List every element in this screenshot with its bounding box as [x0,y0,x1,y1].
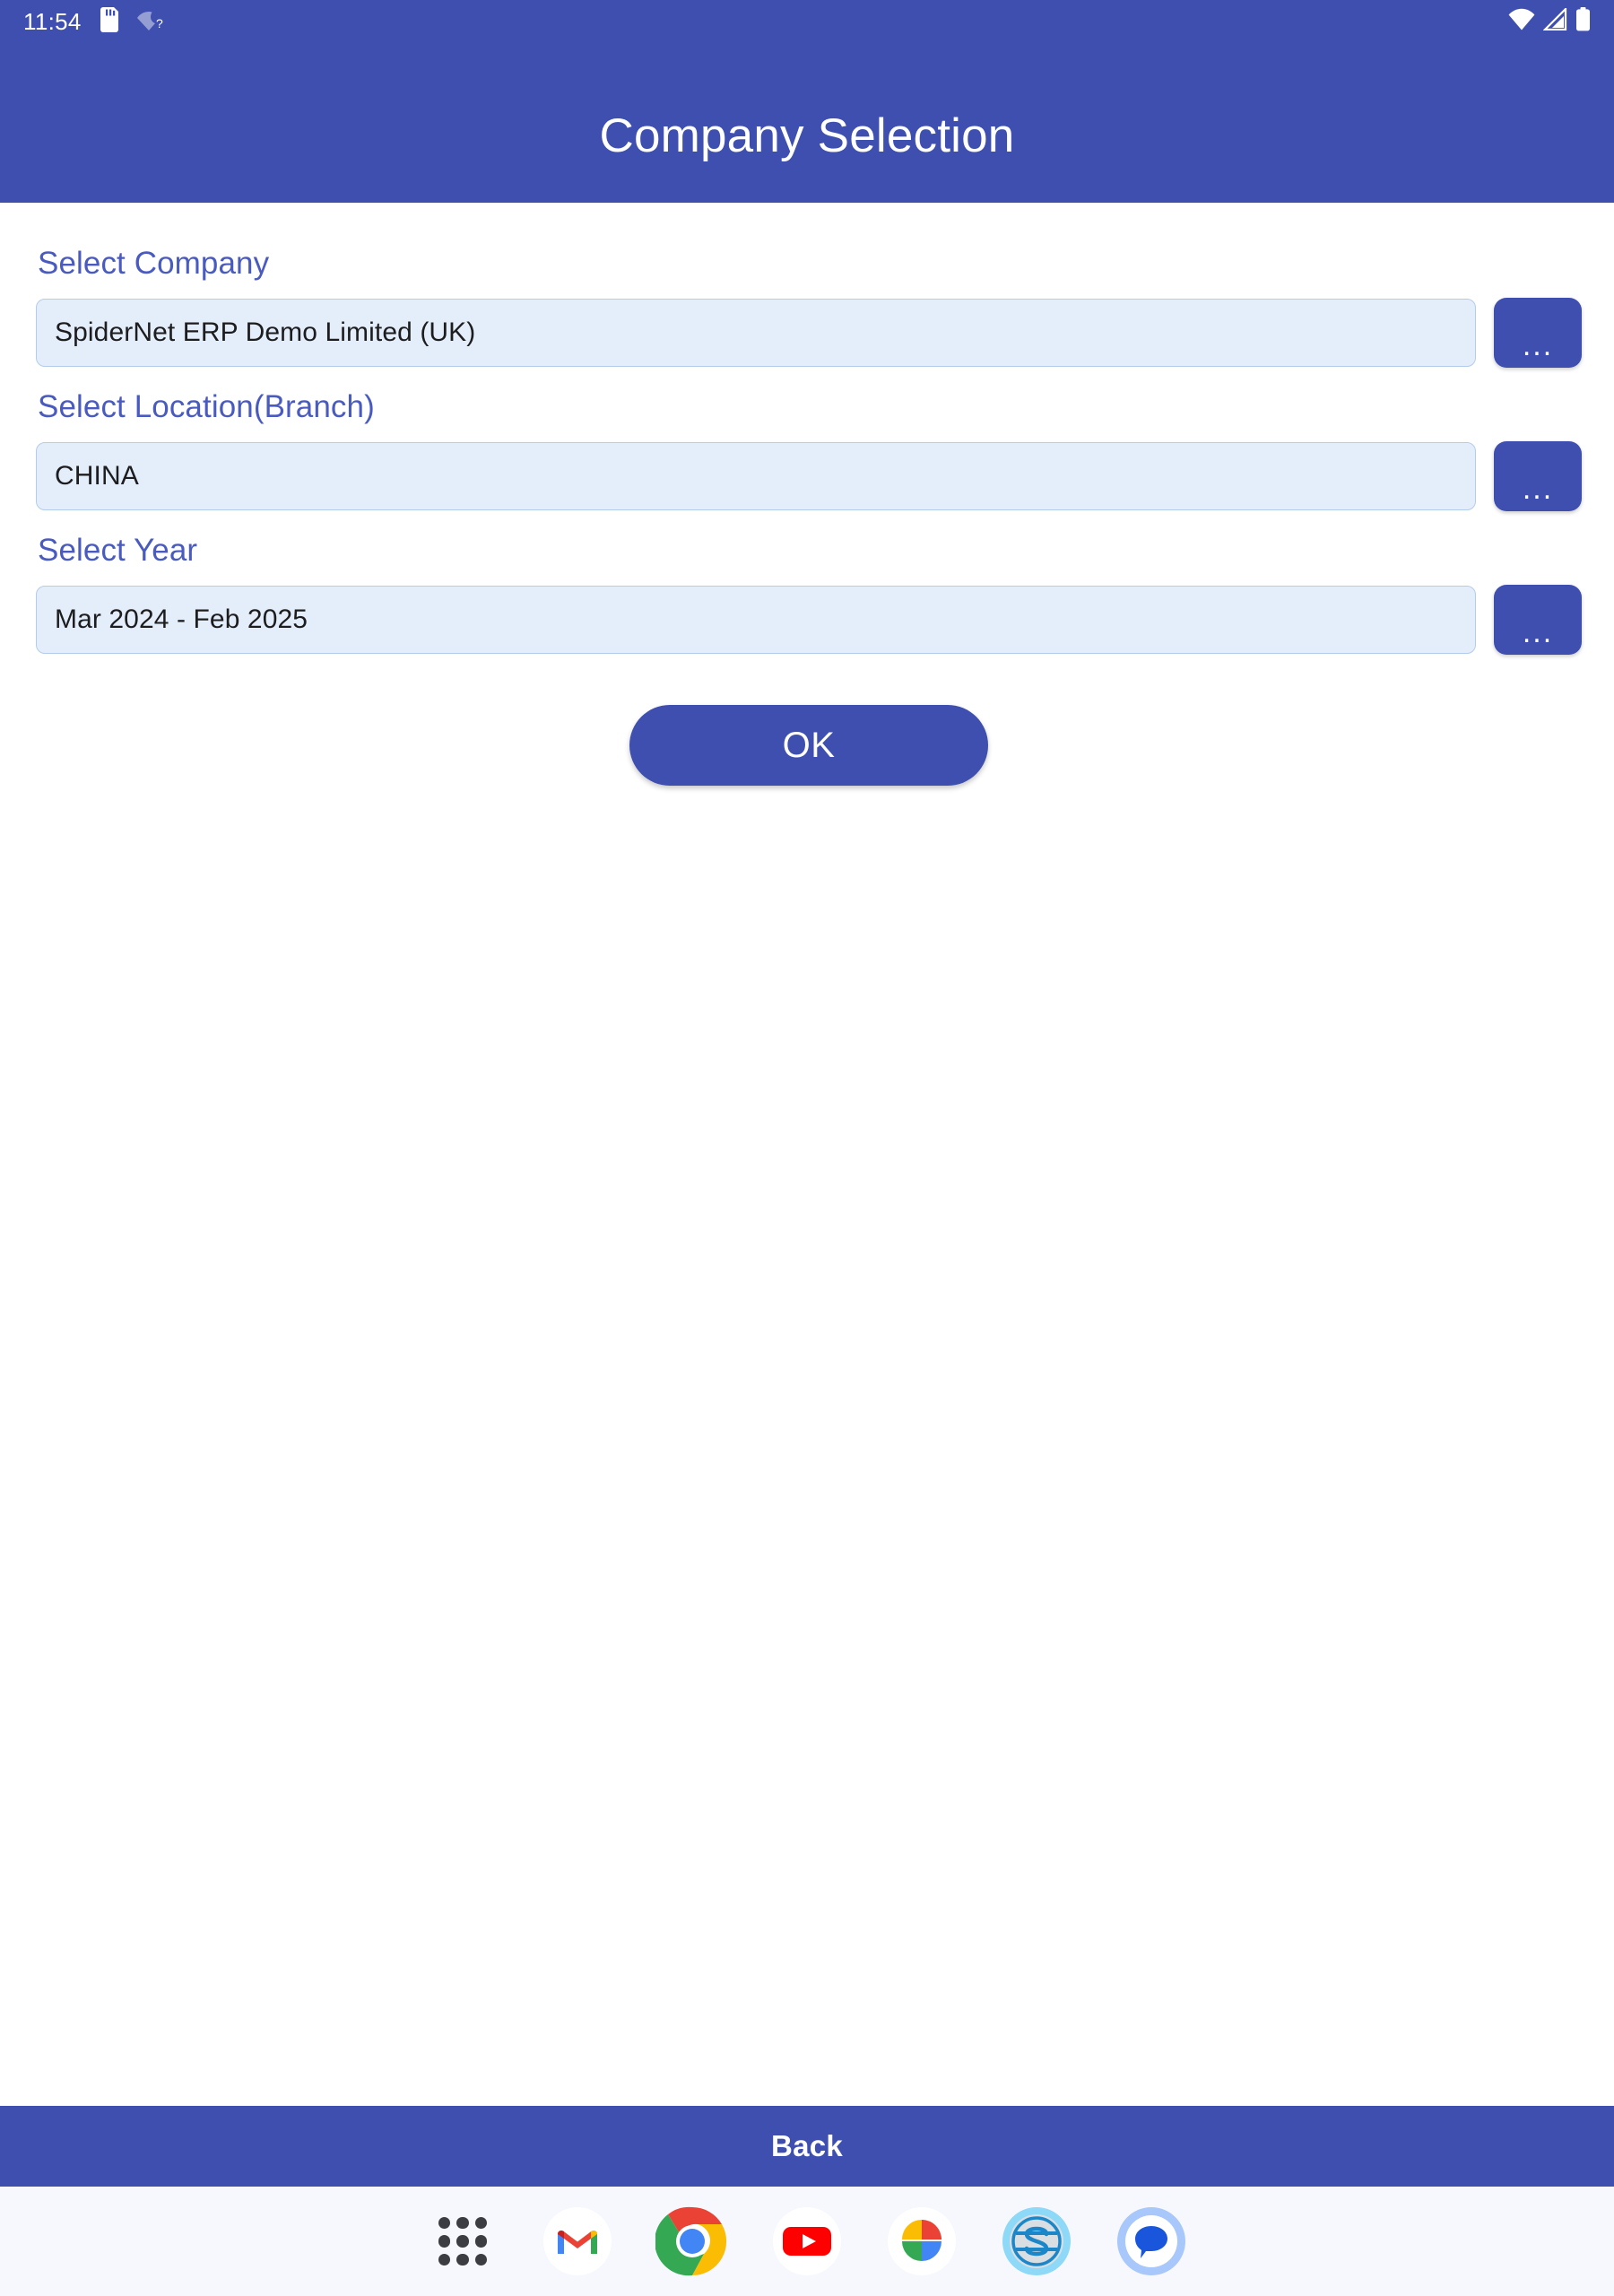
gmail-icon[interactable] [541,2205,614,2278]
back-button-bar[interactable]: Back [0,2106,1614,2187]
google-messages-icon[interactable] [1115,2205,1188,2278]
year-browse-label: ... [1522,615,1554,649]
label-select-location: Select Location(Branch) [38,389,375,424]
chrome-icon[interactable] [655,2205,729,2278]
status-bar-right [1508,6,1591,36]
page-title: Company Selection [599,109,1015,162]
back-button-label: Back [770,2129,844,2162]
battery-icon [1575,7,1591,36]
location-browse-button[interactable]: ... [1494,441,1582,511]
field-row-location: CHINA ... [36,441,1582,511]
location-input[interactable]: CHINA [36,442,1476,510]
wifi-icon [1508,8,1535,35]
status-bar-left: 11:54 ? [23,6,168,37]
ok-button[interactable]: OK [629,705,988,786]
field-row-year: Mar 2024 - Feb 2025 ... [36,585,1582,655]
year-browse-button[interactable]: ... [1494,585,1582,655]
svg-text:?: ? [156,16,163,30]
google-photos-icon[interactable] [885,2205,959,2278]
cell-signal-icon [1542,6,1567,35]
youtube-icon[interactable] [770,2205,844,2278]
status-clock: 11:54 [23,8,82,35]
field-select-year: Select Year Mar 2024 - Feb 2025 ... [36,533,1582,655]
company-browse-button[interactable]: ... [1494,298,1582,368]
company-browse-label: ... [1522,328,1554,362]
app-screen: Company Selection 11:54 ? Select Company… [0,0,1614,2296]
company-input[interactable]: SpiderNet ERP Demo Limited (UK) [36,299,1476,367]
spidernet-erp-icon[interactable] [1000,2205,1073,2278]
label-select-company: Select Company [38,246,270,281]
field-select-location: Select Location(Branch) CHINA ... [36,389,1582,511]
company-selection-form: Select Company SpiderNet ERP Demo Limite… [0,203,1614,786]
app-drawer-icon[interactable] [426,2205,499,2278]
status-bar: 11:54 ? [0,0,1614,43]
system-dock [0,2187,1614,2296]
app-drawer-grid [438,2217,487,2266]
year-input[interactable]: Mar 2024 - Feb 2025 [36,586,1476,654]
sd-card-icon [100,6,119,37]
label-select-year: Select Year [38,533,198,568]
field-row-company: SpiderNet ERP Demo Limited (UK) ... [36,298,1582,368]
location-browse-label: ... [1522,472,1554,506]
field-select-company: Select Company SpiderNet ERP Demo Limite… [36,246,1582,368]
ok-button-container: OK [36,705,1582,786]
wifi-question-icon: ? [136,7,168,37]
